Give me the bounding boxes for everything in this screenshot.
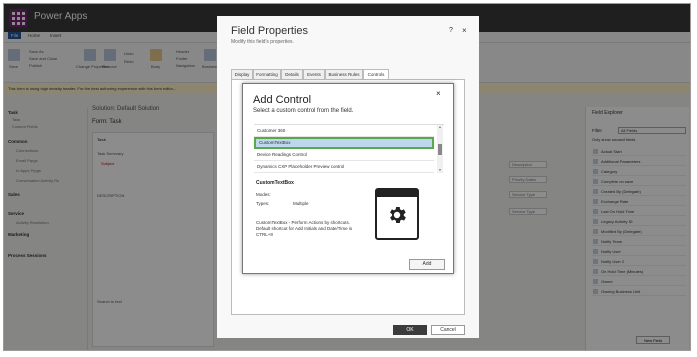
control-list-item[interactable]: Customer 360	[254, 125, 434, 137]
control-list-item-selected[interactable]: CustomTextBox	[254, 137, 434, 149]
scroll-down-icon[interactable]: ▼	[437, 168, 443, 172]
scrollbar-thumb[interactable]	[438, 144, 442, 155]
tab-events[interactable]: Events	[303, 69, 325, 79]
tab-details[interactable]: Details	[281, 69, 303, 79]
control-list-item[interactable]: Dynamics CXP Placeholder Preview control	[254, 161, 434, 173]
control-list: Customer 360 CustomTextBox Device Readin…	[254, 124, 444, 173]
field-properties-title: Field Properties	[231, 25, 309, 37]
tab-formatting[interactable]: Formatting	[253, 69, 281, 79]
tab-business-rules[interactable]: Business Rules	[325, 69, 363, 79]
control-detail-title: CustomTextBox	[256, 180, 294, 186]
add-button[interactable]: Add	[409, 259, 445, 270]
close-icon[interactable]: ×	[462, 26, 467, 35]
gear-icon	[390, 207, 406, 223]
control-preview-icon	[375, 188, 419, 240]
ok-button[interactable]: OK	[393, 325, 427, 335]
close-icon[interactable]: ×	[436, 89, 441, 98]
control-list-scrollbar[interactable]: ▲ ▼	[437, 125, 443, 173]
control-preview-titlebar	[377, 190, 417, 197]
add-control-dialog: Add Control Select a custom control from…	[242, 83, 454, 274]
add-control-title: Add Control	[253, 94, 312, 106]
help-icon[interactable]: ?	[449, 27, 453, 34]
types-label: Types:	[256, 201, 270, 206]
control-list-item[interactable]: Device Readings Control	[254, 149, 434, 161]
app-window: Power Apps File Home Insert Save Save As…	[3, 3, 691, 351]
field-properties-subtitle: Modify this field's properties.	[231, 39, 294, 45]
tab-controls[interactable]: Controls	[363, 69, 389, 79]
types-value: Multiple	[293, 201, 309, 206]
cancel-button[interactable]: Cancel	[431, 325, 465, 335]
control-description: CustomTextBox - Perform Actions by short…	[256, 220, 353, 237]
tab-display[interactable]: Display	[231, 69, 253, 79]
modes-label: Modes:	[256, 192, 271, 197]
scroll-up-icon[interactable]: ▲	[437, 125, 443, 129]
add-control-subtitle: Select a custom control from the field.	[253, 108, 354, 114]
